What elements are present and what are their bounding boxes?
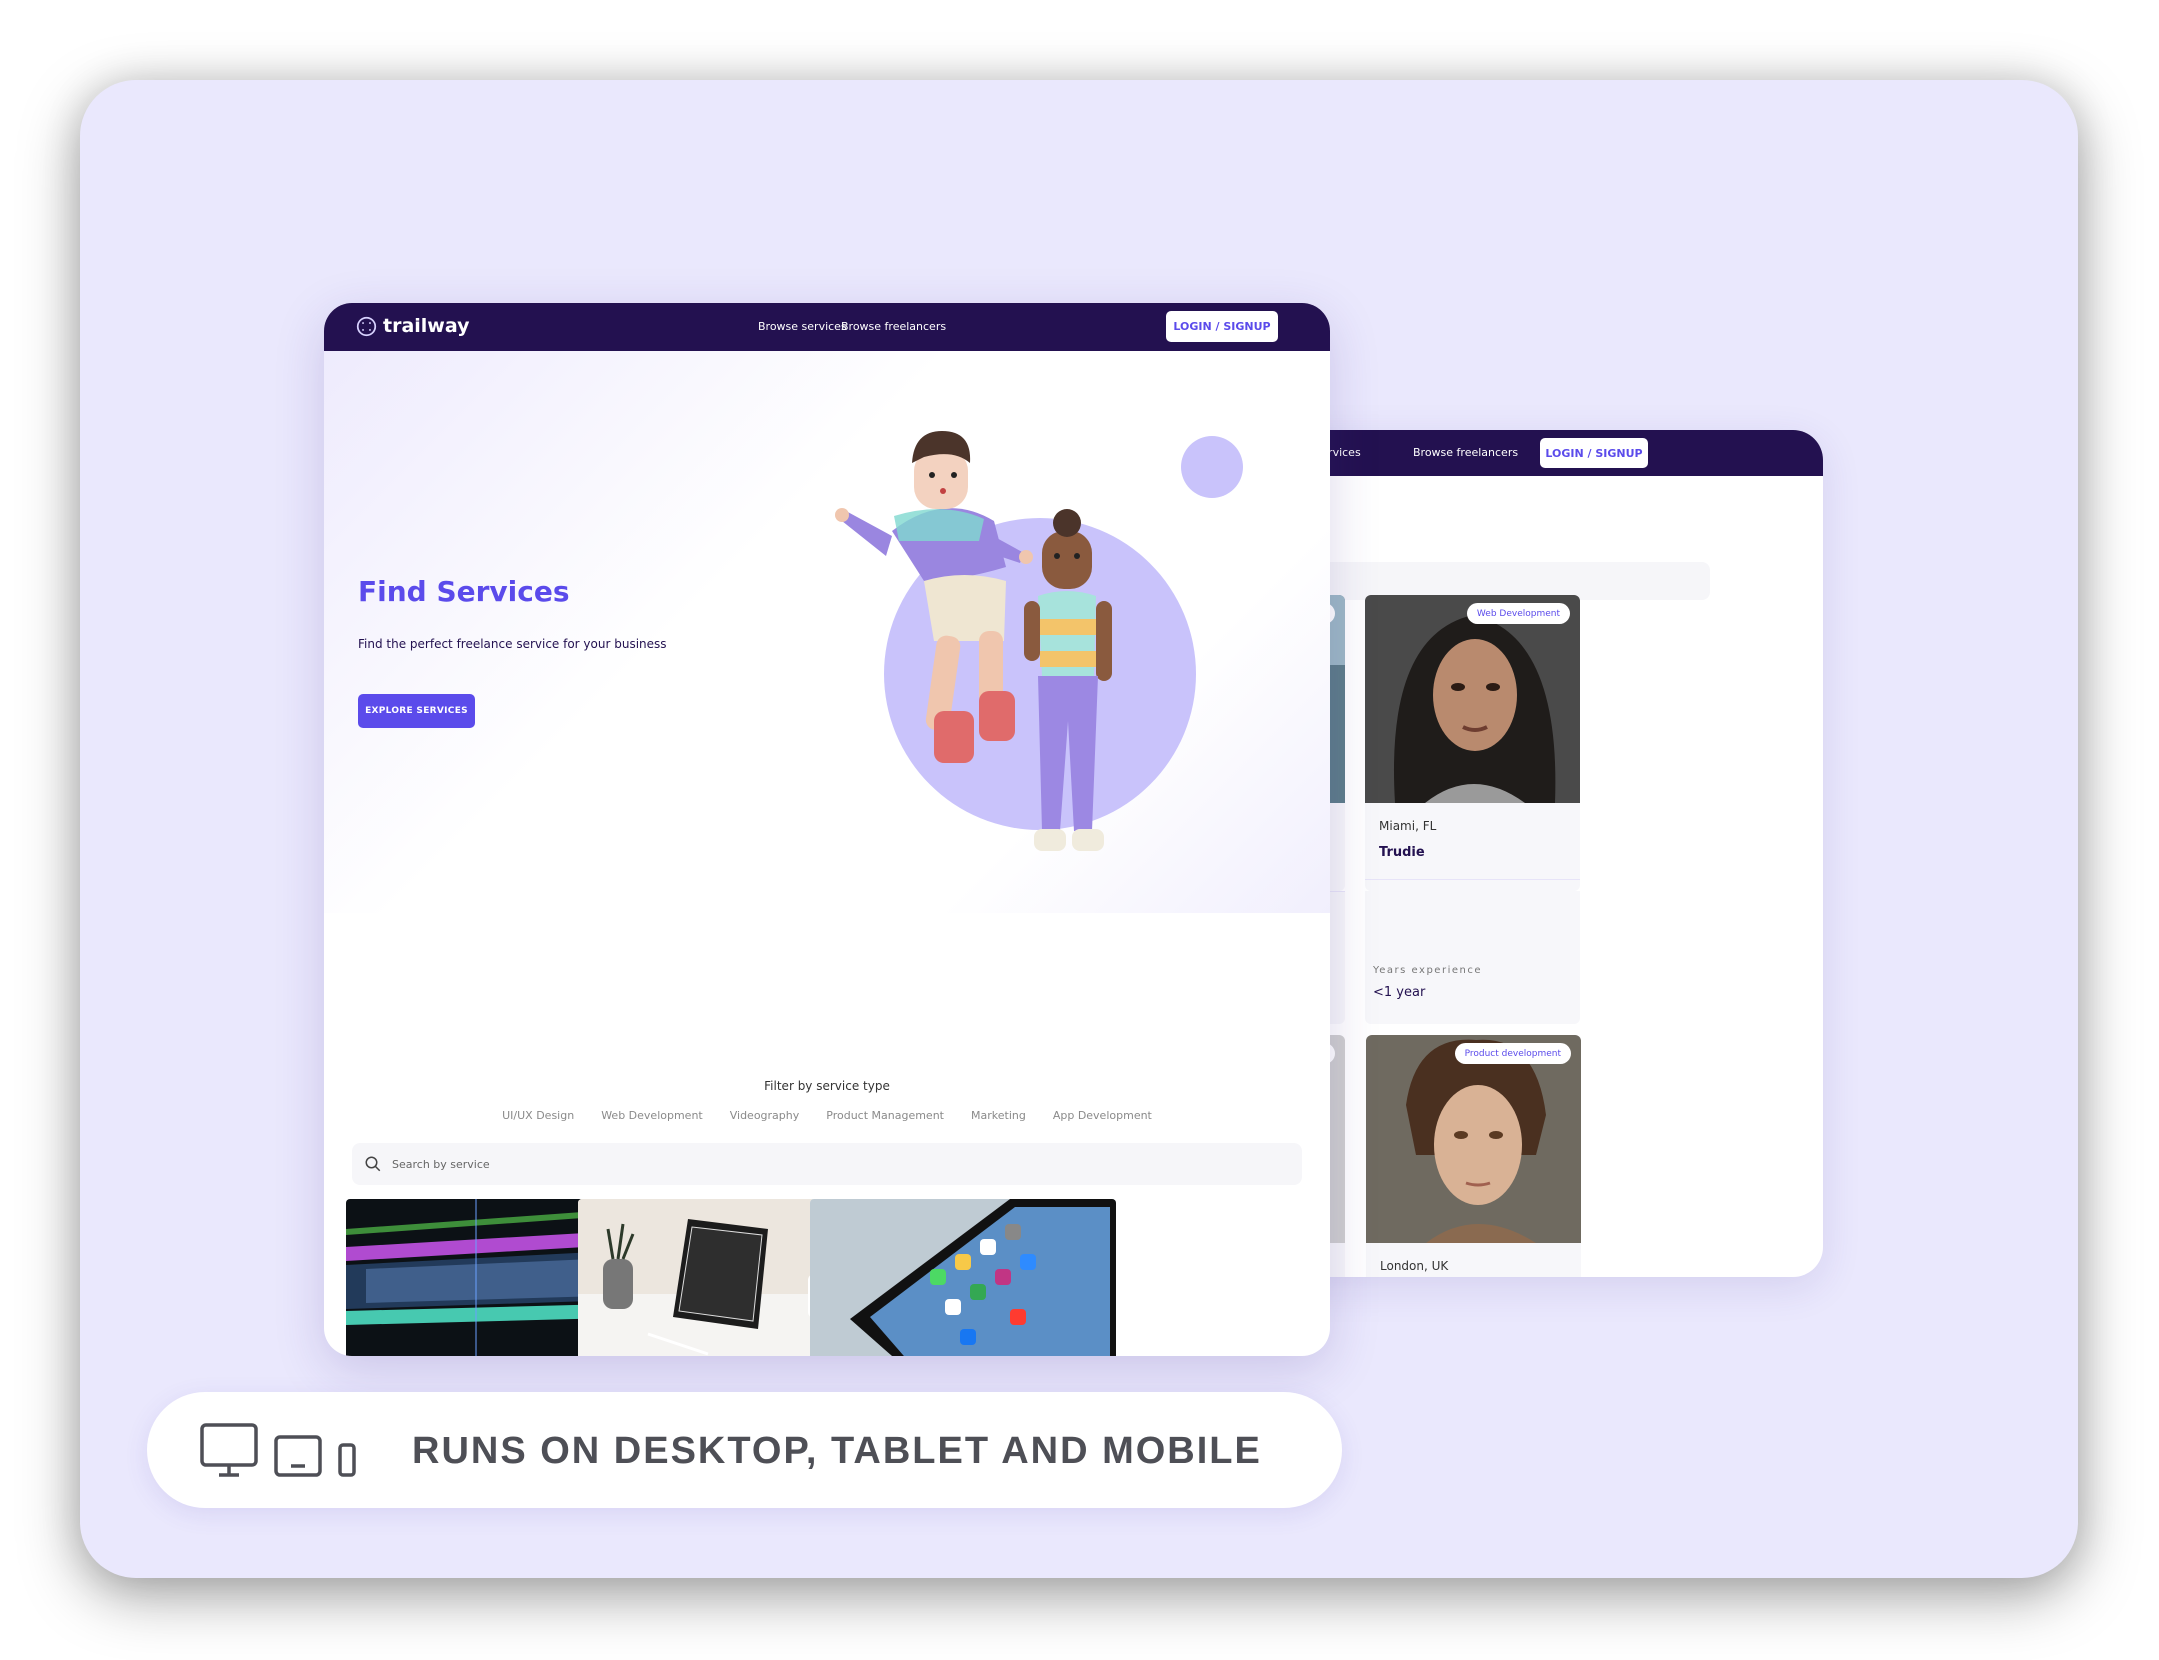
explore-services-button[interactable]: EXPLORE SERVICES (358, 694, 475, 728)
tablet-login-signup-button[interactable]: LOGIN / SIGNUP (1540, 438, 1648, 468)
login-signup-button[interactable]: LOGIN / SIGNUP (1166, 311, 1278, 342)
filter-product-management[interactable]: Product Management (826, 1109, 944, 1122)
logo-text: trailway (383, 315, 470, 337)
nav-browse-services[interactable]: Browse services (758, 320, 847, 333)
trailway-logo-icon (356, 316, 377, 336)
desktop-icon (200, 1423, 258, 1477)
experience-label: Years experience (1373, 965, 1482, 976)
platform-badge: RUNS ON DESKTOP, TABLET AND MOBILE (147, 1392, 1342, 1508)
filter-title: Filter by service type (764, 1079, 890, 1093)
floating-character (835, 431, 1033, 763)
tablet-icon (274, 1435, 322, 1477)
freelancer-tag: Product development (1454, 1043, 1571, 1064)
freelancer-name: Trudie (1379, 845, 1425, 860)
showcase-stage: Browse services Browse freelancers LOGIN… (80, 80, 2078, 1578)
tablet-nav-browse-freelancers[interactable]: Browse freelancers (1413, 446, 1518, 459)
hero-subtitle: Find the perfect freelance service for y… (358, 637, 667, 651)
filter-marketing[interactable]: Marketing (971, 1109, 1026, 1122)
freelancer-photo (1365, 595, 1580, 803)
freelancer-tag: Web Development (1466, 603, 1570, 624)
hero-section: Find Services Find the perfect freelance… (324, 351, 1330, 913)
filter-app-development[interactable]: App Development (1053, 1109, 1152, 1122)
freelancer-card[interactable]: Product development London, UK (1366, 1035, 1581, 1277)
service-image-smartphone (810, 1199, 1116, 1356)
small-circle-decoration (1181, 436, 1243, 498)
filter-web-development[interactable]: Web Development (601, 1109, 703, 1122)
freelancer-experience: <1 year (1373, 985, 1426, 1000)
hero-title: Find Services (358, 575, 570, 608)
platform-badge-text: RUNS ON DESKTOP, TABLET AND MOBILE (412, 1430, 1262, 1472)
nav-browse-freelancers[interactable]: Browse freelancers (841, 320, 946, 333)
freelancer-card-details: Years experience <1 year (1365, 891, 1580, 1024)
service-card[interactable]: App Development Complete mobile app buil… (810, 1199, 1116, 1356)
search-input[interactable] (392, 1157, 992, 1171)
mobile-icon (338, 1443, 356, 1477)
freelancer-location: London, UK (1380, 1259, 1449, 1273)
freelancer-photo (1366, 1035, 1581, 1243)
filter-tabs: UI/UX Design Web Development Videography… (324, 1109, 1330, 1122)
filter-videography[interactable]: Videography (730, 1109, 800, 1122)
logo[interactable]: trailway (356, 315, 469, 337)
desktop-navbar: trailway Browse services Browse freelanc… (324, 303, 1330, 351)
freelancer-card[interactable]: Web Development Miami, FL Trudie Rating (1365, 595, 1580, 891)
two-3d-characters-illustration (835, 431, 1243, 851)
filter-uiux-design[interactable]: UI/UX Design (502, 1109, 574, 1122)
device-icons (199, 1422, 357, 1478)
search-icon (365, 1156, 381, 1172)
freelancer-location: Miami, FL (1379, 819, 1437, 833)
search-bar[interactable] (352, 1143, 1302, 1185)
desktop-window: trailway Browse services Browse freelanc… (324, 303, 1330, 1356)
